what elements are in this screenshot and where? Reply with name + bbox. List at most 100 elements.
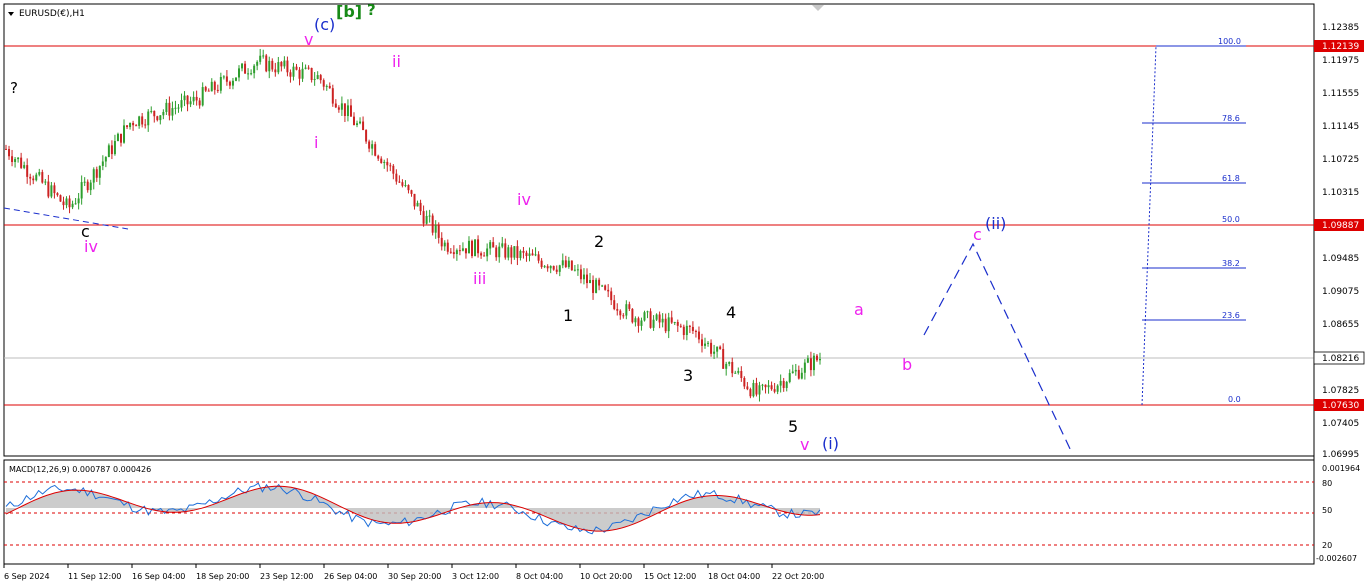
candle-body — [749, 389, 752, 397]
candle-body — [29, 176, 32, 179]
candle-body — [231, 80, 234, 86]
fibonacci-tool[interactable]: 100.0 78.6 61.8 50.0 38.2 23.6 0.0 — [1141, 37, 1246, 406]
candle-body — [92, 169, 95, 183]
candle-body — [207, 90, 210, 92]
candle-body — [722, 348, 725, 369]
fib-label: 78.6 — [1222, 114, 1240, 123]
candle-body — [116, 133, 119, 142]
time-tick: 30 Sep 20:00 — [388, 572, 441, 581]
candle-body — [449, 251, 452, 253]
candle-body — [734, 372, 737, 374]
candle-body — [794, 369, 797, 372]
candle-body — [443, 242, 446, 247]
candle-body — [20, 157, 23, 168]
candle-body — [410, 190, 413, 194]
candle-body — [89, 182, 92, 191]
candle-body — [419, 202, 422, 212]
price-tick: 1.11145 — [1322, 122, 1359, 132]
candle-body — [610, 291, 613, 301]
candle-body — [773, 389, 776, 392]
price-tick: 1.07405 — [1322, 419, 1359, 429]
candle-body — [564, 260, 567, 268]
candle-body — [658, 314, 661, 323]
candle-body — [540, 260, 543, 268]
candle-body — [162, 111, 165, 116]
candle-body — [256, 61, 259, 66]
price-box-label: 1.08216 — [1322, 354, 1359, 364]
candle-body — [377, 155, 380, 159]
candle-body — [525, 252, 528, 257]
candle-body — [204, 87, 207, 91]
candle-body — [755, 382, 758, 395]
candle-body — [434, 225, 437, 233]
trend-line-left[interactable] — [3, 207, 129, 230]
candle-body — [685, 325, 688, 336]
candle-body — [53, 185, 56, 194]
candle-body — [707, 342, 710, 344]
time-tick: 18 Oct 04:00 — [708, 572, 760, 581]
candle-body — [192, 96, 195, 102]
candle-body — [313, 78, 316, 81]
candle-body — [68, 198, 71, 208]
price-tick: 1.09485 — [1322, 254, 1359, 264]
candle-body — [803, 362, 806, 373]
candle-body — [492, 242, 495, 248]
candle-body — [23, 165, 26, 168]
candle-body — [776, 385, 779, 392]
time-axis: 6 Sep 2024 11 Sep 12:00 16 Sep 04:00 18 Sep… — [3, 564, 824, 581]
candle-body — [791, 371, 794, 374]
price-box: 1.12139 — [1314, 40, 1364, 52]
candle-body — [489, 242, 492, 249]
wave-label: ? — [10, 79, 18, 97]
candle-body — [607, 289, 610, 292]
price-box-label: 1.07630 — [1322, 401, 1359, 411]
fib-label: 38.2 — [1222, 259, 1240, 268]
candle-body — [576, 269, 579, 271]
wave-label: ? — [367, 1, 376, 19]
candle-body — [422, 211, 425, 224]
price-tick: 1.09075 — [1322, 287, 1359, 297]
candle-body — [570, 260, 573, 271]
candle-body — [171, 108, 174, 116]
candle-body — [616, 309, 619, 311]
candle-body — [244, 63, 247, 74]
candle-body — [480, 253, 483, 256]
candle-body — [464, 248, 467, 254]
candle-body — [213, 81, 216, 90]
candle-body — [661, 318, 664, 323]
candle-body — [537, 254, 540, 261]
candle-body — [14, 159, 17, 163]
scroll-marker-icon[interactable] — [812, 5, 824, 11]
candle-body — [477, 239, 480, 254]
candle-body — [44, 181, 47, 183]
candle-body — [334, 103, 337, 108]
wave-label: 2 — [594, 232, 604, 251]
candle-body — [407, 185, 410, 191]
candle-body — [8, 149, 11, 157]
candle-body — [101, 161, 104, 166]
macd-axis-label: 0.001964 — [1322, 464, 1360, 473]
candle-body — [380, 158, 383, 164]
candle-body — [764, 384, 767, 388]
candle-body — [283, 60, 286, 67]
candle-body — [737, 371, 740, 373]
candle-body — [32, 178, 35, 181]
time-tick: 8 Oct 04:00 — [516, 572, 563, 581]
wave-label: iii — [473, 269, 486, 288]
candle-body — [132, 122, 135, 126]
candle-body — [177, 107, 180, 109]
candle-body — [247, 73, 250, 75]
candle-body — [322, 80, 325, 87]
candle-body — [440, 237, 443, 247]
macd-label: MACD(12,26,9) 0.000787 0.000426 — [9, 465, 151, 474]
candle-body — [104, 157, 107, 162]
candle-body — [346, 105, 349, 117]
price-tick: 1.11555 — [1322, 89, 1359, 99]
wave-label: [b] — [336, 2, 362, 21]
candle-body — [337, 107, 340, 110]
candle-body — [292, 66, 295, 77]
candle-body — [392, 165, 395, 174]
projection-path[interactable] — [923, 242, 1073, 454]
candle-body — [582, 274, 585, 280]
symbol-dropdown-icon[interactable] — [8, 12, 14, 16]
